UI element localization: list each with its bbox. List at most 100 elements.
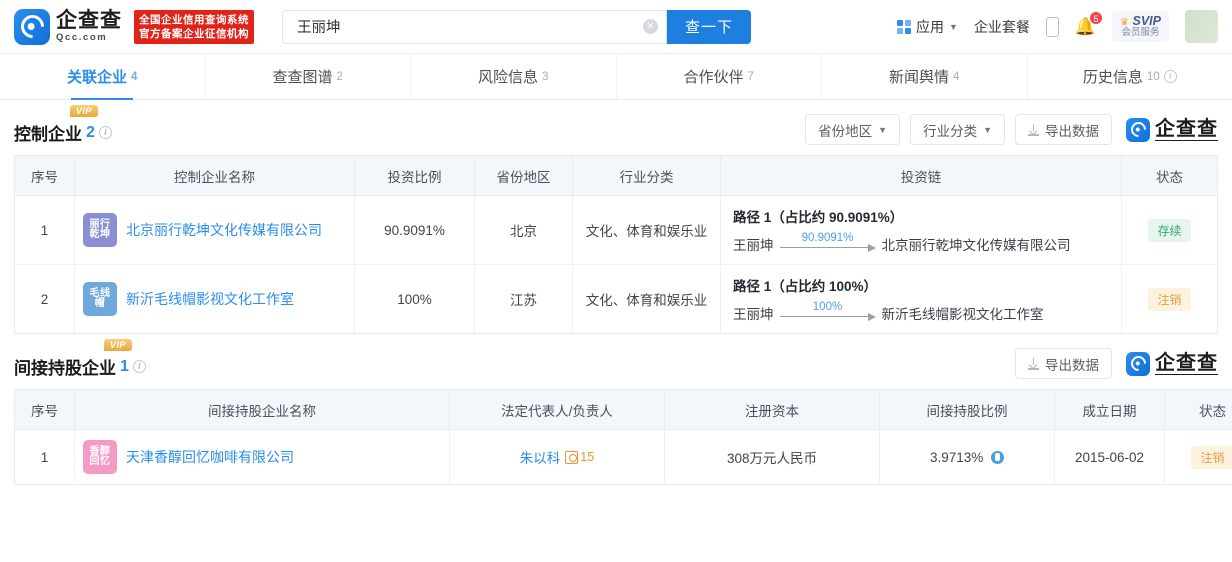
tab-label: 查查图谱	[272, 69, 333, 86]
column-header-company-name: 间接持股企业名称	[74, 389, 450, 430]
export-label: 导出数据	[1045, 357, 1099, 373]
tab-label: 关联企业	[67, 69, 128, 86]
table-row: 1 丽行 乾坤 北京丽行乾坤文化传媒有限公司 90.9091% 北京 文化、体育…	[14, 195, 1218, 265]
column-header-province: 省份地区	[474, 155, 573, 196]
table-header-row: 序号 间接持股企业名称 法定代表人/负责人 注册资本 间接持股比例 成立日期 状…	[14, 389, 1232, 430]
cell-investment-chain: 路径 1（占比约 100%） 王丽坤 100% 新沂毛线帽影视文化工作室	[720, 264, 1122, 334]
filter-industry-button[interactable]: 行业分类 ▼	[910, 114, 1005, 145]
filter-province-button[interactable]: 省份地区 ▼	[805, 114, 901, 145]
indirect-holdings-table: 序号 间接持股企业名称 法定代表人/负责人 注册资本 间接持股比例 成立日期 状…	[14, 389, 1232, 485]
info-icon[interactable]: i	[1163, 70, 1177, 83]
cell-registered-capital: 308万元人民币	[664, 429, 880, 485]
company-count-badge[interactable]: 15	[565, 450, 594, 464]
cell-status: 注销	[1121, 264, 1218, 334]
controlled-companies-table: 序号 控制企业名称 投资比例 省份地区 行业分类 投资链 状态 1 丽行 乾坤	[14, 155, 1218, 334]
tab-count: 2	[336, 70, 343, 83]
search-input[interactable]	[297, 18, 643, 35]
certification-line-2: 官方备案企业征信机构	[139, 27, 249, 40]
tab-risk-info[interactable]: 风险信息 3	[411, 54, 617, 99]
controlled-companies-section: VIP 控制企业 2 i 省份地区 ▼ 行业分类 ▼ 导出数据 企查查 序号 控…	[0, 100, 1232, 334]
company-logo: 丽行 乾坤	[83, 213, 117, 247]
chain-source-name[interactable]: 王丽坤	[733, 303, 774, 323]
company-logo: 毛线 帽	[83, 282, 117, 316]
cell-founded-date: 2015-06-02	[1054, 429, 1165, 485]
cell-status: 注销	[1164, 429, 1232, 485]
column-header-investment-ratio: 投资比例	[354, 155, 475, 196]
chain-percent: 100%	[812, 301, 843, 313]
info-icon[interactable]: i	[132, 360, 146, 373]
site-logo[interactable]: 企查查 Qcc.com 全国企业信用查询系统 官方备案企业征信机构	[14, 8, 254, 45]
column-header-status: 状态	[1121, 155, 1218, 196]
column-header-legal-representative: 法定代表人/负责人	[449, 389, 665, 430]
cell-company-name: 丽行 乾坤 北京丽行乾坤文化传媒有限公司	[74, 195, 355, 265]
search-button[interactable]: 查一下	[667, 9, 752, 44]
svip-title: SVIP	[1132, 13, 1162, 28]
tab-count: 7	[747, 70, 754, 83]
legal-representative-link[interactable]: 朱以科	[520, 447, 561, 467]
tab-graph[interactable]: 查查图谱 2	[206, 54, 411, 99]
tab-related-companies[interactable]: 关联企业 4	[0, 54, 206, 99]
download-icon	[1028, 123, 1039, 136]
section1-count: 2	[86, 123, 95, 141]
cell-company-name: 毛线 帽 新沂毛线帽影视文化工作室	[74, 264, 355, 334]
apps-menu[interactable]: 应用 ▼	[896, 17, 958, 37]
svip-button[interactable]: ♛ SVIP 会员服务	[1112, 10, 1169, 43]
clear-icon[interactable]: ✕	[643, 19, 658, 34]
certification-line-1: 全国企业信用查询系统	[139, 13, 249, 26]
filter-province-label: 省份地区	[818, 123, 873, 139]
chain-target-name[interactable]: 新沂毛线帽影视文化工作室	[882, 303, 1044, 323]
company-count-value: 15	[580, 450, 595, 464]
cell-province: 江苏	[474, 264, 573, 334]
cell-company-name: 香醇 回忆 天津香醇回忆咖啡有限公司	[74, 429, 450, 485]
chevron-down-icon: ▼	[878, 124, 888, 135]
section2-count: 1	[120, 357, 129, 375]
enterprise-package-link[interactable]: 企业套餐	[974, 17, 1030, 37]
tab-history[interactable]: 历史信息 10 i	[1028, 54, 1232, 99]
company-name-link[interactable]: 天津香醇回忆咖啡有限公司	[126, 447, 294, 467]
tab-news[interactable]: 新闻舆情 4	[822, 54, 1028, 99]
cell-investment-chain: 路径 1（占比约 90.9091%） 王丽坤 90.9091% 北京丽行乾坤文化…	[720, 195, 1122, 265]
qcc-logo-icon	[14, 8, 50, 45]
mobile-app-icon[interactable]	[1045, 16, 1059, 37]
section2-title: 间接持股企业	[14, 359, 116, 378]
cell-investment-ratio: 100%	[354, 264, 475, 334]
header-right-area: 应用 ▼ 企业套餐 🔔 5 ♛ SVIP 会员服务	[896, 10, 1218, 43]
company-logo-line-2: 帽	[94, 298, 106, 309]
cell-index: 2	[14, 264, 75, 334]
company-name-link[interactable]: 新沂毛线帽影视文化工作室	[126, 289, 294, 309]
tab-label: 风险信息	[478, 69, 539, 86]
section2-actions: 导出数据 企查查	[1015, 348, 1218, 379]
export-data-button[interactable]: 导出数据	[1015, 348, 1112, 379]
search-box[interactable]: ✕	[282, 9, 667, 44]
chain-path-row: 王丽坤 100% 新沂毛线帽影视文化工作室	[733, 301, 1113, 323]
company-logo-line-2: 乾坤	[89, 229, 111, 240]
main-tab-bar: 关联企业 4 查查图谱 2 风险信息 3 合作伙伴 7 新闻舆情 4 历史信息 …	[0, 54, 1232, 100]
column-header-indirect-ratio: 间接持股比例	[879, 389, 1055, 430]
cell-province: 北京	[474, 195, 573, 265]
column-header-founded-date: 成立日期	[1054, 389, 1165, 430]
user-avatar[interactable]	[1185, 10, 1218, 43]
chain-target-name[interactable]: 北京丽行乾坤文化传媒有限公司	[882, 234, 1071, 254]
cell-investment-ratio: 90.9091%	[354, 195, 475, 265]
export-data-button[interactable]: 导出数据	[1015, 114, 1112, 145]
tab-count: 3	[542, 70, 549, 83]
column-header-industry: 行业分类	[572, 155, 721, 196]
cell-industry: 文化、体育和娱乐业	[572, 195, 721, 265]
section1-toolbar: VIP 控制企业 2 i 省份地区 ▼ 行业分类 ▼ 导出数据 企查查	[14, 100, 1218, 155]
site-header: 企查查 Qcc.com 全国企业信用查询系统 官方备案企业征信机构 ✕ 查一下 …	[0, 0, 1232, 54]
chain-percent: 90.9091%	[801, 232, 854, 244]
cell-industry: 文化、体育和娱乐业	[572, 264, 721, 334]
tab-partners[interactable]: 合作伙伴 7	[617, 54, 822, 99]
chain-source-name[interactable]: 王丽坤	[733, 234, 774, 254]
column-header-status: 状态	[1164, 389, 1232, 430]
company-name-link[interactable]: 北京丽行乾坤文化传媒有限公司	[126, 220, 322, 240]
ratio-detail-icon[interactable]	[991, 450, 1005, 464]
cell-indirect-ratio: 3.9713%	[879, 429, 1055, 485]
notifications-button[interactable]: 🔔 5	[1075, 10, 1104, 37]
info-icon[interactable]: i	[98, 126, 112, 139]
company-badge-icon	[565, 450, 579, 464]
svip-subtitle: 会员服务	[1121, 27, 1160, 39]
column-header-investment-chain: 投资链	[720, 155, 1122, 196]
section2-title-group: VIP 间接持股企业 1 i	[14, 339, 146, 379]
tab-count: 10	[1146, 70, 1160, 83]
